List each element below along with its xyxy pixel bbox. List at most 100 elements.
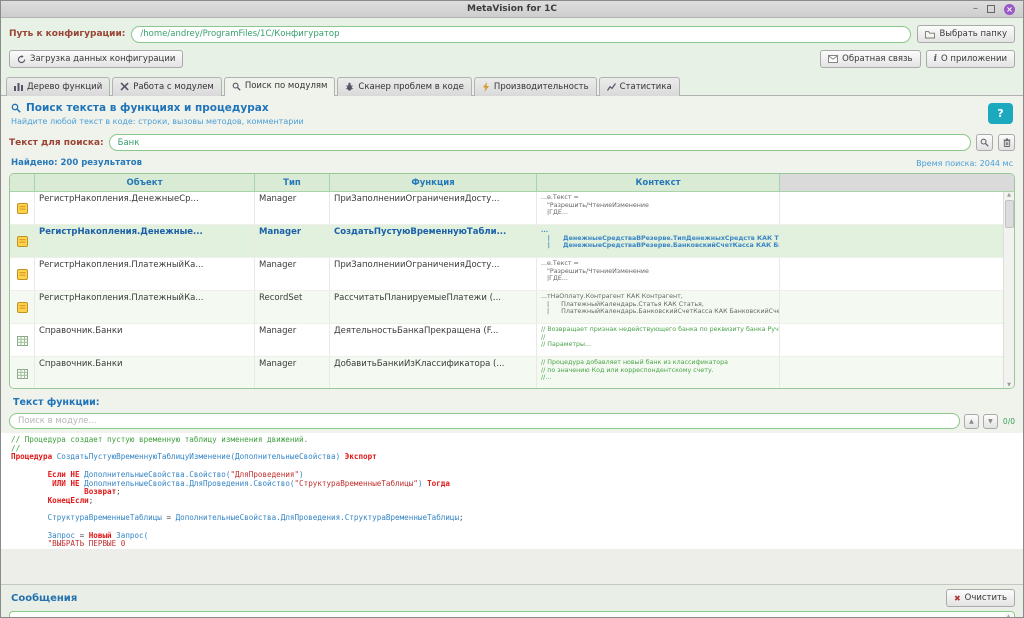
cell-object: РегистрНакопления.ДенежныеСр... <box>35 192 255 224</box>
choose-folder-button[interactable]: Выбрать папку <box>917 25 1015 43</box>
scroll-down-icon[interactable]: ▼ <box>1007 382 1011 388</box>
column-header-icon[interactable] <box>10 174 35 191</box>
cell-filler <box>780 324 1014 356</box>
clear-search-button[interactable] <box>998 134 1015 151</box>
cell-context: ...е.Текст = "Разрешить/ЧтениеИзменение … <box>537 258 780 290</box>
page-subtitle: Найдите любой текст в коде: строки, вызо… <box>11 117 304 126</box>
choose-folder-label: Выбрать папку <box>939 29 1007 39</box>
catalog-icon <box>16 327 28 354</box>
cell-type: Manager <box>255 324 330 356</box>
tab-code-scanner[interactable]: Сканер проблем в коде <box>337 77 472 96</box>
maximize-button[interactable] <box>987 5 995 13</box>
messages-title: Сообщения <box>11 592 78 604</box>
column-header[interactable]: Функция <box>330 174 537 191</box>
row-type-icon-cell <box>10 225 35 257</box>
table-row[interactable]: РегистрНакопления.ПлатежныйКа... RecordSe… <box>10 291 1014 324</box>
scrollbar-thumb[interactable] <box>1004 200 1014 228</box>
register-icon <box>16 228 28 255</box>
tab-statistics[interactable]: Статистика <box>598 77 680 96</box>
tab-performance-label: Производительность <box>493 81 589 92</box>
clear-messages-label: Очистить <box>964 593 1007 603</box>
results-table-header: Объект Тип Функция Контекст <box>10 174 1014 192</box>
envelope-icon <box>828 55 839 63</box>
tab-function-tree[interactable]: Дерево функций <box>6 77 111 96</box>
results-summary-row: Найдено: 200 результатов Время поиска: 2… <box>11 158 1013 168</box>
cell-object: Справочник.Банки <box>35 324 255 356</box>
row-type-icon-cell <box>10 291 35 323</box>
page-title-text: Поиск текста в функциях и процедурах <box>26 102 269 114</box>
info-icon: i <box>933 54 937 64</box>
search-input[interactable]: Банк <box>108 134 971 151</box>
cell-context: // Возвращает признак недействующего бан… <box>537 324 780 356</box>
cell-type: Manager <box>255 225 330 257</box>
cell-type: Manager <box>255 192 330 224</box>
row-type-icon-cell <box>10 357 35 388</box>
tab-function-tree-label: Дерево функций <box>27 81 103 92</box>
column-header[interactable]: Объект <box>35 174 255 191</box>
messages-bar: Сообщения ✖ Очистить <box>1 585 1023 611</box>
function-code-view[interactable]: // Процедура создает пустую временную та… <box>1 433 1023 549</box>
cell-context: ...тНаОплату.Контрагент КАК Контрагент, … <box>537 291 780 323</box>
config-path-input[interactable]: /home/andrey/ProgramFiles/1С/Конфигурато… <box>131 25 912 43</box>
path-label: Путь к конфигурации: <box>9 29 126 39</box>
config-path-value: /home/andrey/ProgramFiles/1С/Конфигурато… <box>140 29 340 39</box>
match-counter: 0/0 <box>1002 416 1015 426</box>
table-row[interactable]: Справочник.Банки Manager ДобавитьБанкиИзКл… <box>10 357 1014 388</box>
module-search-input[interactable]: Поиск в модуле... <box>9 413 960 429</box>
find-previous-button[interactable]: ▲ <box>963 413 979 429</box>
feedback-button[interactable]: Обратная связь <box>820 50 921 68</box>
register-icon <box>16 294 28 321</box>
messages-scrollbar[interactable]: ▲ ▼ <box>1004 613 1013 618</box>
cell-type: Manager <box>255 258 330 290</box>
title-bar: MetaVision for 1C – × <box>1 1 1023 18</box>
help-button[interactable]: ? <box>988 103 1013 124</box>
column-header[interactable]: Тип <box>255 174 330 191</box>
scroll-up-icon: ▲ <box>1006 614 1011 618</box>
column-header[interactable]: Контекст <box>537 174 780 191</box>
minimize-button[interactable]: – <box>973 4 978 14</box>
module-search-placeholder: Поиск в модуле... <box>18 416 97 426</box>
find-next-button[interactable]: ▼ <box>982 413 998 429</box>
code-line: "ВЫБРАТЬ ПЕРВЫЕ 0 <box>47 539 126 549</box>
code-line: Процедура СоздатьПустуюВременнуюТаблицуИ… <box>11 452 377 462</box>
messages-section: Сообщения ✖ Очистить Анализ циклов завер… <box>1 584 1023 618</box>
trash-icon <box>1003 138 1011 147</box>
table-vertical-scrollbar[interactable]: ▲ ▼ <box>1003 192 1014 388</box>
catalog-icon <box>16 360 28 387</box>
search-icon <box>232 82 241 91</box>
cell-function: РассчитатьПланируемыеПлатежи (... <box>330 291 537 323</box>
search-row: Текст для поиска: Банк <box>9 134 1015 151</box>
table-row[interactable]: РегистрНакопления.ПлатежныйКа... Manager П… <box>10 258 1014 291</box>
tab-code-scanner-label: Сканер проблем в коде <box>358 81 464 92</box>
cell-object: Справочник.Банки <box>35 357 255 388</box>
results-table: Объект Тип Функция Контекст РегистрНакоплен… <box>9 173 1015 389</box>
scroll-up-icon[interactable]: ▲ <box>1007 192 1011 198</box>
path-row: Путь к конфигурации: /home/andrey/Progra… <box>9 25 1015 43</box>
table-row[interactable]: Справочник.Банки Manager ДеятельностьБанка… <box>10 324 1014 357</box>
search-label: Текст для поиска: <box>9 137 104 148</box>
about-button[interactable]: i О приложении <box>925 50 1015 68</box>
table-row[interactable]: РегистрНакопления.ДенежныеСр... Manager Пр… <box>10 192 1014 225</box>
window-title: MetaVision for 1C <box>466 4 558 14</box>
tab-bar: Дерево функций Работа с модулем Поиск по м… <box>6 77 1023 96</box>
search-value: Банк <box>117 137 140 148</box>
run-search-button[interactable] <box>976 134 993 151</box>
close-button[interactable]: × <box>1004 3 1015 15</box>
search-icon <box>980 138 989 147</box>
tab-module-work[interactable]: Работа с модулем <box>112 77 222 96</box>
cell-filler <box>780 192 1014 224</box>
tab-statistics-label: Статистика <box>619 81 672 92</box>
clear-messages-button[interactable]: ✖ Очистить <box>945 589 1015 607</box>
cell-function: СоздатьПустуюВременнуюТабли... <box>330 225 537 257</box>
messages-log[interactable]: Анализ циклов завершён. Найдено: 15063 ▲… <box>9 611 1015 618</box>
tab-performance[interactable]: Производительность <box>473 77 597 96</box>
cell-type: RecordSet <box>255 291 330 323</box>
load-config-button[interactable]: Загрузка данных конфигурации <box>9 50 184 68</box>
cell-function: ПриЗаполненииОграниченияДосту... <box>330 192 537 224</box>
tab-module-search[interactable]: Поиск по модулям <box>223 77 336 96</box>
module-search-row: Поиск в модуле... ▲ ▼ 0/0 <box>9 413 1015 429</box>
refresh-icon <box>17 54 26 64</box>
tab-module-search-label: Поиск по модулям <box>244 81 328 91</box>
code-line: ИЛИ НЕ ДополнительныеСвойства.ДляПроведе… <box>52 478 450 488</box>
table-row[interactable]: РегистрНакопления.Денежные... Manager Созд… <box>10 225 1014 258</box>
